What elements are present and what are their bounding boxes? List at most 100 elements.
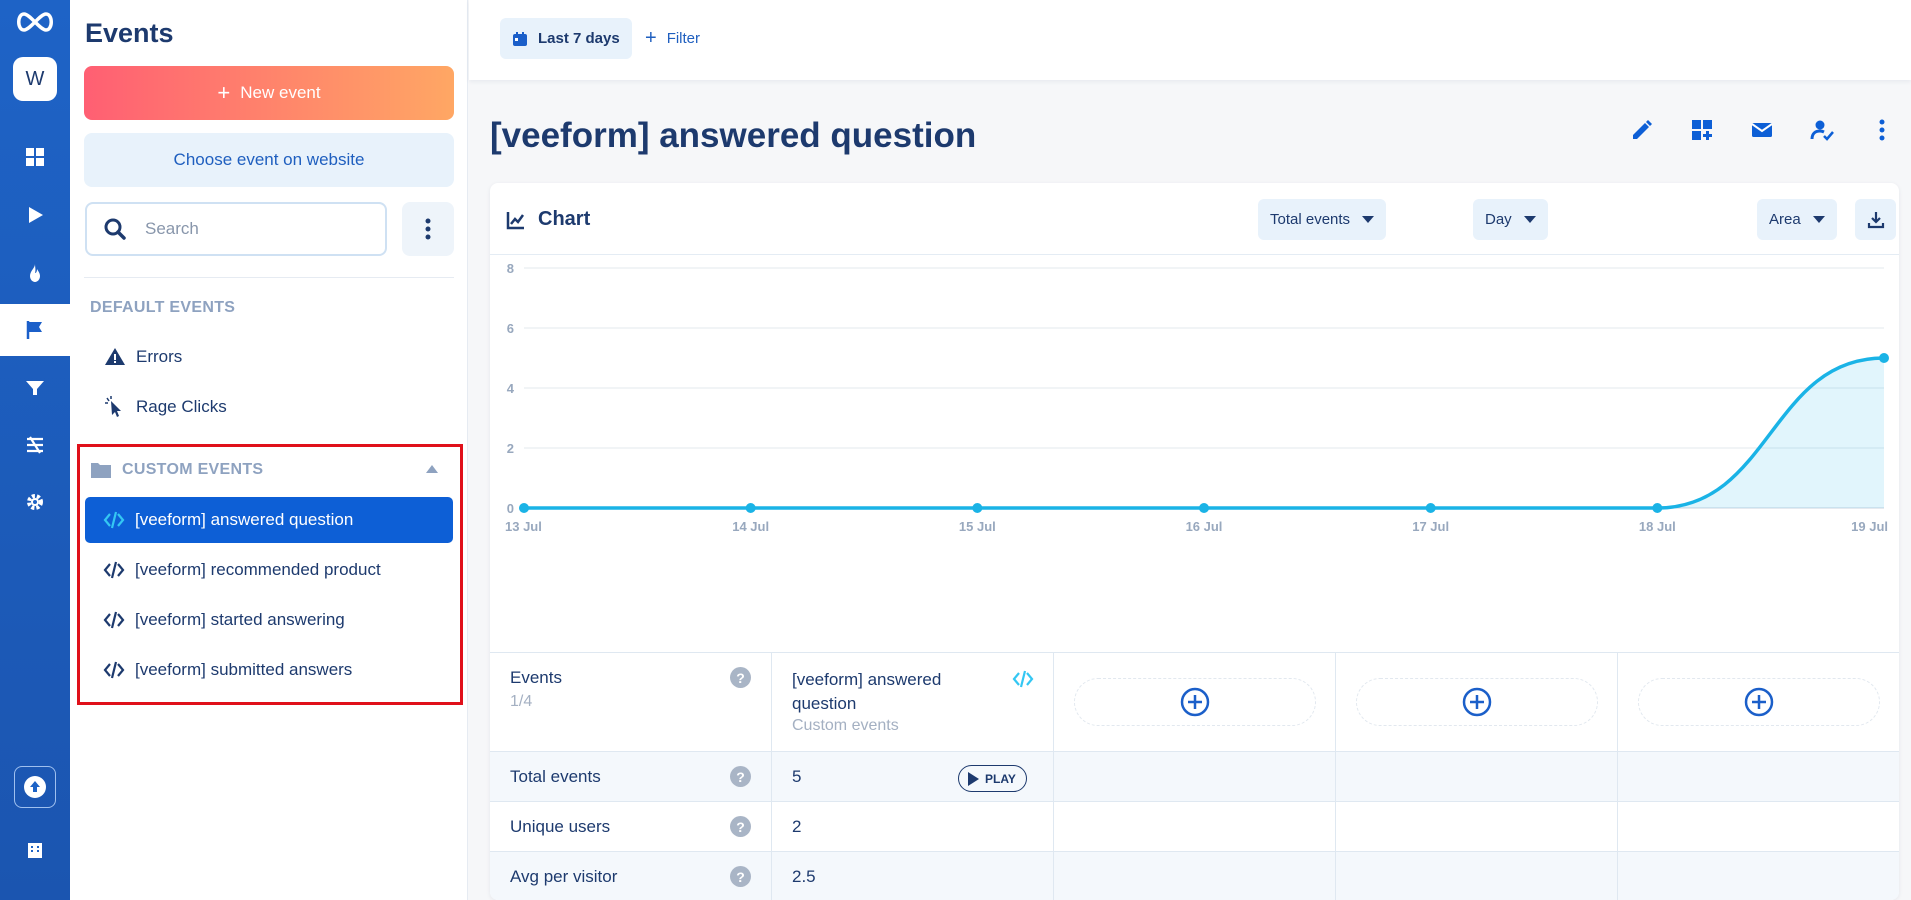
choose-event-button[interactable]: Choose event on website xyxy=(84,133,454,187)
y-tick-label: 2 xyxy=(507,441,514,456)
x-tick-label: 15 Jul xyxy=(959,519,996,534)
event-column-name: [veeform] answered question xyxy=(792,670,942,713)
workspace-avatar[interactable]: W xyxy=(13,57,57,101)
search-box[interactable] xyxy=(85,202,387,256)
help-icon[interactable]: ? xyxy=(730,816,751,837)
interval-select[interactable]: Day xyxy=(1473,199,1548,240)
filter-label: Filter xyxy=(666,30,701,47)
data-point xyxy=(745,503,756,513)
add-circle-icon xyxy=(1744,687,1774,717)
empty-cell xyxy=(1618,852,1899,900)
chart-type-select[interactable]: Area xyxy=(1757,199,1837,240)
event-column-cell[interactable]: [veeform] answered question Custom event… xyxy=(772,653,1054,751)
add-event-slot[interactable] xyxy=(1356,678,1598,726)
metric-select[interactable]: Total events xyxy=(1258,199,1387,240)
help-icon[interactable]: ? xyxy=(730,667,751,688)
dashboard-icon[interactable] xyxy=(0,131,70,183)
search-input[interactable] xyxy=(145,219,365,239)
add-event-column xyxy=(1618,653,1899,751)
kebab-icon xyxy=(425,218,431,240)
add-event-slot[interactable] xyxy=(1074,678,1316,726)
default-event-label: Rage Clicks xyxy=(136,397,227,416)
events-header-cell: Events 1/4 ? xyxy=(490,653,772,751)
gear-icon[interactable] xyxy=(0,476,70,528)
x-tick-label: 18 Jul xyxy=(1639,519,1676,534)
row-label: Unique users xyxy=(510,817,611,836)
download-button[interactable] xyxy=(1855,199,1896,240)
play-label: PLAY xyxy=(985,771,1016,786)
plus-icon: + xyxy=(645,27,657,49)
assign-icon[interactable] xyxy=(1810,118,1834,142)
data-point xyxy=(1879,353,1889,363)
empty-cell xyxy=(1618,802,1899,851)
interval-select-value: Day xyxy=(1485,211,1512,228)
empty-cell xyxy=(1336,852,1618,900)
x-tick-label: 17 Jul xyxy=(1412,519,1449,534)
chart-title-label: Chart xyxy=(538,208,591,230)
nav-rail: W xyxy=(0,0,70,900)
add-circle-icon xyxy=(1180,687,1210,717)
line-chart-icon xyxy=(506,211,525,229)
row-value: 2 xyxy=(792,817,802,836)
row-value-cell: 2 xyxy=(772,802,1054,851)
play-icon[interactable] xyxy=(0,189,70,241)
chevron-down-icon xyxy=(1523,216,1536,223)
table-row: Total events ? 5 PLAY xyxy=(490,751,1899,801)
default-event-label: Errors xyxy=(136,347,183,366)
flame-icon[interactable] xyxy=(0,247,70,299)
logo-icon[interactable] xyxy=(13,8,57,36)
x-tick-label: 16 Jul xyxy=(1186,519,1223,534)
events-label: Events xyxy=(510,668,562,687)
search-icon xyxy=(104,218,126,240)
row-label-cell: Unique users ? xyxy=(490,802,772,851)
download-icon xyxy=(1867,211,1884,228)
custom-events-highlight xyxy=(77,444,463,705)
play-button[interactable]: PLAY xyxy=(958,765,1027,792)
empty-cell xyxy=(1054,852,1336,900)
new-event-label: New event xyxy=(240,83,321,102)
chart-card-header: Chart Total events Day Area xyxy=(490,183,1899,255)
add-circle-icon xyxy=(1462,687,1492,717)
y-tick-label: 0 xyxy=(507,501,514,516)
row-value: 5 xyxy=(792,767,802,786)
building-icon[interactable] xyxy=(0,824,70,876)
data-point xyxy=(1425,503,1436,513)
help-icon[interactable]: ? xyxy=(730,866,751,887)
edit-icon[interactable] xyxy=(1630,118,1654,142)
help-icon[interactable]: ? xyxy=(730,766,751,787)
x-tick-label: 13 Jul xyxy=(505,519,542,534)
series-area xyxy=(524,358,1884,508)
chart-card-title: Chart xyxy=(506,208,590,231)
metric-select-value: Total events xyxy=(1270,211,1351,228)
play-icon xyxy=(968,771,979,786)
top-bar: Last 7 days + Filter xyxy=(469,0,1911,80)
series-line xyxy=(524,356,1885,510)
email-icon[interactable] xyxy=(1750,118,1774,142)
journey-icon[interactable] xyxy=(0,419,70,471)
more-options-button[interactable] xyxy=(402,202,454,256)
default-event-rage-clicks[interactable]: Rage Clicks xyxy=(84,384,454,430)
rage-click-icon xyxy=(105,396,121,417)
empty-cell xyxy=(1336,752,1618,801)
funnel-icon[interactable] xyxy=(0,362,70,414)
x-tick-label: 19 Jul xyxy=(1851,519,1888,534)
table-row: Avg per visitor ? 2.5 xyxy=(490,851,1899,900)
date-range-button[interactable]: Last 7 days xyxy=(500,18,632,59)
y-tick-label: 4 xyxy=(507,381,515,396)
page-title: [veeform] answered question xyxy=(490,116,977,155)
chevron-down-icon xyxy=(1362,216,1375,223)
new-event-button[interactable]: + New event xyxy=(84,66,454,120)
flag-icon[interactable] xyxy=(0,304,70,356)
row-label-cell: Avg per visitor ? xyxy=(490,852,772,900)
default-event-errors[interactable]: Errors xyxy=(84,334,454,380)
more-icon[interactable] xyxy=(1870,118,1894,142)
filter-button[interactable]: + Filter xyxy=(645,18,700,59)
chart-type-select-value: Area xyxy=(1769,211,1801,228)
add-event-slot[interactable] xyxy=(1638,678,1880,726)
upgrade-icon[interactable] xyxy=(14,766,56,808)
title-actions xyxy=(1630,118,1894,142)
table-row: Unique users ? 2 xyxy=(490,801,1899,851)
empty-cell xyxy=(1336,802,1618,851)
row-label-cell: Total events ? xyxy=(490,752,772,801)
add-to-dashboard-icon[interactable] xyxy=(1690,118,1714,142)
